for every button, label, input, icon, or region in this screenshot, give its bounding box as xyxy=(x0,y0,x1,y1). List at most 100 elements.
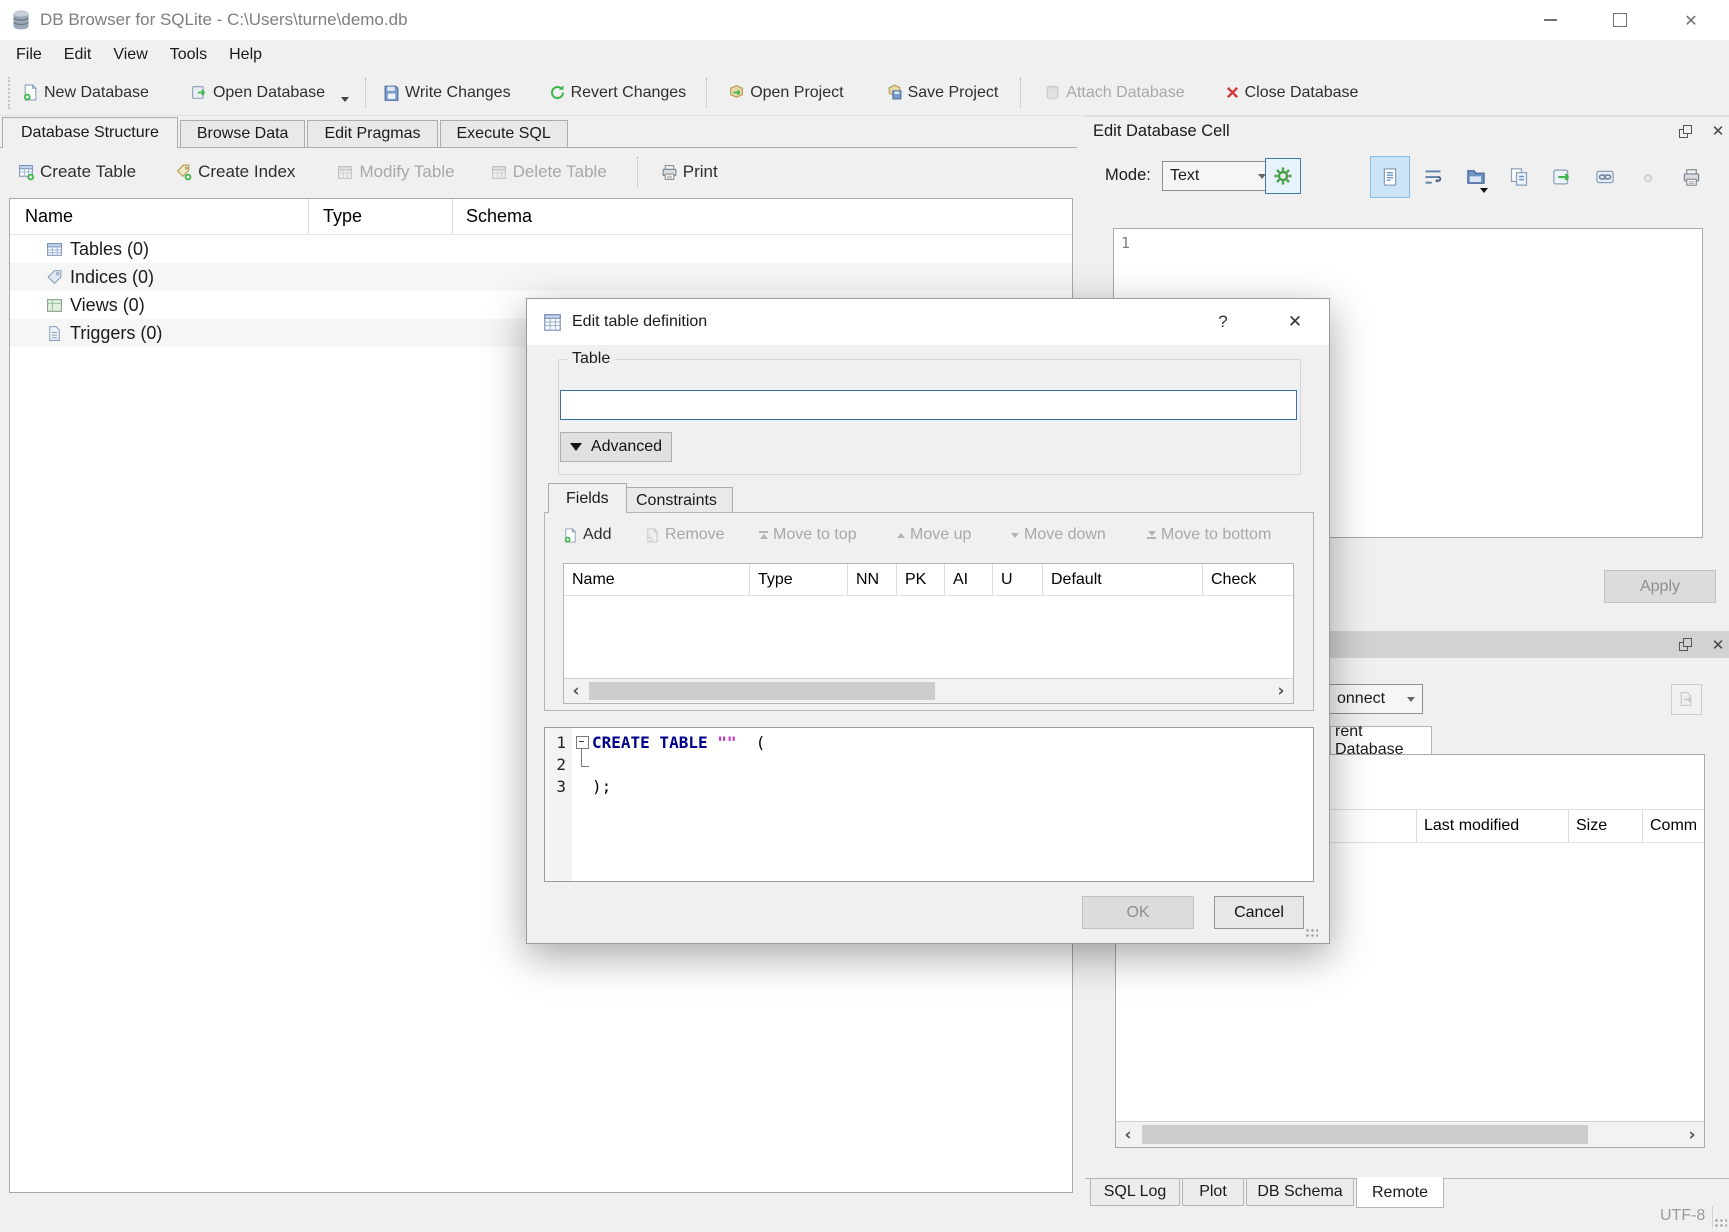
window-resize-grip[interactable] xyxy=(1714,1218,1727,1229)
tab-database-structure[interactable]: Database Structure xyxy=(2,117,178,148)
import-icon xyxy=(1466,167,1486,187)
open-project-button[interactable]: Open Project xyxy=(728,84,843,102)
advanced-button[interactable]: Advanced xyxy=(560,432,672,462)
tree-column-name[interactable]: Name xyxy=(10,199,309,234)
scrollbar-thumb[interactable] xyxy=(1142,1125,1588,1144)
status-encoding[interactable]: UTF-8 xyxy=(1660,1207,1705,1225)
export-button[interactable] xyxy=(1542,156,1582,198)
null-icon xyxy=(1639,168,1657,186)
tree-row-indices[interactable]: Indices (0) xyxy=(10,263,1072,291)
remote-tab-current-database[interactable]: rent Database xyxy=(1330,726,1432,755)
sql-line-2 xyxy=(592,754,1313,776)
col-pk[interactable]: PK xyxy=(897,564,945,595)
open-database-dropdown-icon[interactable] xyxy=(341,97,349,102)
dialog-help-button[interactable]: ? xyxy=(1199,299,1247,345)
tab-sql-log[interactable]: SQL Log xyxy=(1090,1179,1180,1206)
copy-button[interactable] xyxy=(1499,156,1539,198)
tree-column-schema[interactable]: Schema xyxy=(453,199,1072,234)
col-default[interactable]: Default xyxy=(1043,564,1203,595)
bottom-tabs: SQL Log Plot DB Schema Remote xyxy=(1090,1179,1446,1209)
modify-table-label: Modify Table xyxy=(359,162,454,182)
minimize-button[interactable] xyxy=(1524,0,1576,40)
column-label: Default xyxy=(1051,571,1102,589)
tree-column-type[interactable]: Type xyxy=(309,199,453,234)
toolbar-separator xyxy=(365,78,367,108)
column-label: Type xyxy=(758,571,793,589)
float-panel-button[interactable] xyxy=(1672,634,1698,656)
fields-hscrollbar[interactable]: ‹ › xyxy=(564,678,1293,703)
dialog-titlebar[interactable]: Edit table definition ? ✕ xyxy=(527,299,1329,345)
sql-line-3: ); xyxy=(592,776,1313,798)
scroll-right-icon[interactable]: › xyxy=(1680,1122,1704,1147)
maximize-button[interactable] xyxy=(1594,0,1646,40)
link-button[interactable] xyxy=(1585,156,1625,198)
print-cell-button[interactable] xyxy=(1671,156,1711,198)
mode-select[interactable]: Text xyxy=(1162,161,1274,191)
column-label: Size xyxy=(1576,817,1607,835)
save-project-button[interactable]: Save Project xyxy=(886,84,999,102)
col-nn[interactable]: NN xyxy=(848,564,897,595)
col-u[interactable]: U xyxy=(993,564,1043,595)
sql-code[interactable]: CREATE TABLE "" ( ); xyxy=(592,728,1313,881)
dialog-resize-grip[interactable] xyxy=(1305,928,1318,939)
scroll-left-icon[interactable]: ‹ xyxy=(1116,1122,1140,1147)
remove-field-button: Remove xyxy=(645,526,725,544)
menu-help[interactable]: Help xyxy=(218,46,273,64)
sql-paren: ( xyxy=(756,733,766,752)
apply-button: Apply xyxy=(1604,570,1716,603)
move-top-icon xyxy=(759,531,768,539)
close-button[interactable]: ✕ xyxy=(1664,0,1718,40)
scroll-left-icon[interactable]: ‹ xyxy=(564,679,588,703)
word-wrap-button[interactable] xyxy=(1413,156,1453,198)
tree-row-tables[interactable]: Tables (0) xyxy=(10,235,1072,263)
table-name-input[interactable] xyxy=(560,390,1297,420)
text-mode-button[interactable] xyxy=(1370,156,1410,198)
close-panel-button[interactable]: ✕ xyxy=(1705,634,1729,656)
scrollbar-thumb[interactable] xyxy=(589,682,935,700)
close-icon: ✕ xyxy=(1288,312,1302,332)
tab-browse-data[interactable]: Browse Data xyxy=(180,120,306,148)
remote-column-size[interactable]: Size xyxy=(1569,810,1643,842)
col-name[interactable]: Name xyxy=(564,564,750,595)
cancel-button[interactable]: Cancel xyxy=(1214,896,1304,929)
save-project-label: Save Project xyxy=(908,84,999,102)
revert-changes-button[interactable]: Revert Changes xyxy=(549,84,687,102)
menu-tools[interactable]: Tools xyxy=(159,46,218,64)
tab-remote[interactable]: Remote xyxy=(1356,1177,1444,1208)
tab-edit-pragmas[interactable]: Edit Pragmas xyxy=(307,120,437,148)
float-panel-button[interactable] xyxy=(1672,120,1698,142)
add-field-button[interactable]: Add xyxy=(563,526,611,544)
new-database-button[interactable]: New Database xyxy=(22,84,149,102)
remote-hscrollbar[interactable]: ‹ › xyxy=(1116,1121,1704,1147)
tab-db-schema[interactable]: DB Schema xyxy=(1246,1179,1354,1206)
tab-fields[interactable]: Fields xyxy=(548,483,627,513)
menu-file[interactable]: File xyxy=(5,46,53,64)
tab-constraints[interactable]: Constraints xyxy=(620,487,733,514)
edit-cell-titlebar: Edit Database Cell ✕ xyxy=(1085,116,1729,145)
close-panel-button[interactable]: ✕ xyxy=(1705,120,1729,142)
remote-column-commit[interactable]: Comm xyxy=(1643,810,1704,842)
move-up-icon xyxy=(897,533,905,538)
dialog-close-button[interactable]: ✕ xyxy=(1271,299,1319,345)
create-index-button[interactable]: Create Index xyxy=(176,162,295,182)
open-database-button[interactable]: Open Database xyxy=(191,84,325,102)
auto-format-button[interactable] xyxy=(1265,158,1301,194)
scroll-right-icon[interactable]: › xyxy=(1269,679,1293,703)
menu-view[interactable]: View xyxy=(102,46,158,64)
print-button[interactable]: Print xyxy=(661,162,718,182)
app-database-icon xyxy=(11,10,31,30)
menu-edit[interactable]: Edit xyxy=(53,46,103,64)
col-ai[interactable]: AI xyxy=(945,564,993,595)
close-icon: ✕ xyxy=(1712,122,1725,140)
tab-plot[interactable]: Plot xyxy=(1182,1179,1244,1206)
col-check[interactable]: Check xyxy=(1203,564,1293,595)
col-type[interactable]: Type xyxy=(750,564,848,595)
print-icon xyxy=(1682,168,1701,187)
tab-execute-sql[interactable]: Execute SQL xyxy=(440,120,568,148)
remote-column-last-modified[interactable]: Last modified xyxy=(1417,810,1569,842)
import-button[interactable] xyxy=(1456,156,1496,198)
create-table-button[interactable]: Create Table xyxy=(18,162,136,182)
close-database-button[interactable]: Close Database xyxy=(1225,84,1359,102)
write-changes-button[interactable]: Write Changes xyxy=(383,84,511,102)
connect-select[interactable]: onnect xyxy=(1330,684,1423,714)
